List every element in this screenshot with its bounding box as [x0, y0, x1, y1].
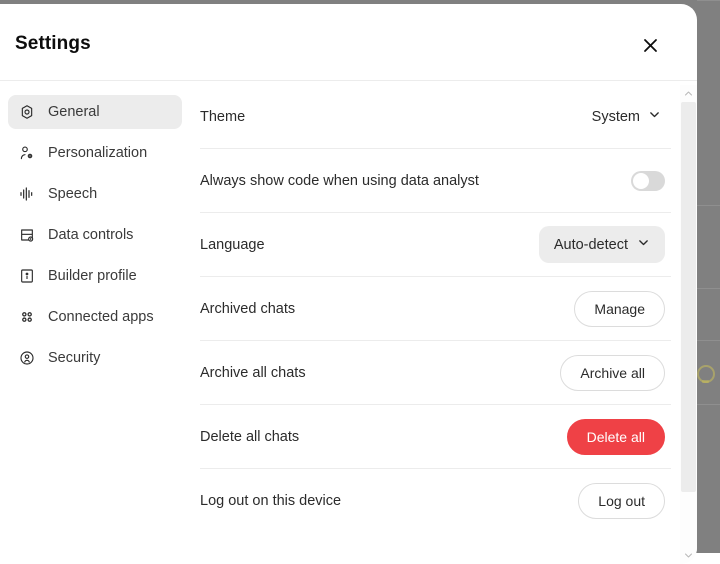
sidebar-item-speech[interactable]: Speech: [8, 177, 182, 211]
scroll-down-arrow[interactable]: [680, 547, 697, 564]
setting-row: Theme System: [200, 85, 671, 149]
theme-select[interactable]: System: [588, 102, 665, 131]
database-icon: [18, 227, 35, 244]
settings-dialog: Settings General: [0, 4, 697, 564]
setting-row: Archived chats Manage: [200, 277, 671, 341]
close-icon: [643, 38, 658, 56]
toggle-knob: [633, 173, 649, 189]
backdrop-divider: [697, 0, 720, 1]
gear-icon: [18, 104, 35, 121]
dialog-header: Settings: [0, 4, 697, 81]
chevron-down-icon: [648, 108, 661, 125]
id-card-icon: [18, 268, 35, 285]
setting-label-theme: Theme: [200, 109, 245, 125]
content-scrollbar[interactable]: [680, 85, 697, 564]
language-select[interactable]: Auto-detect: [539, 226, 665, 263]
theme-select-value: System: [592, 109, 640, 125]
scroll-up-arrow[interactable]: [680, 85, 697, 102]
shield-badge-icon: [18, 350, 35, 367]
sidebar-item-personalization[interactable]: Personalization: [8, 136, 182, 170]
close-button[interactable]: [634, 31, 666, 63]
sidebar-item-label: Personalization: [48, 145, 147, 161]
manage-button[interactable]: Manage: [574, 291, 665, 327]
scrollbar-thumb[interactable]: [681, 102, 696, 492]
setting-label-delete-all: Delete all chats: [200, 429, 299, 445]
always-show-code-toggle[interactable]: [631, 171, 665, 191]
backdrop-divider: [697, 205, 720, 206]
sidebar-item-label: Data controls: [48, 227, 133, 243]
settings-content: Theme System Always show code when using…: [192, 81, 697, 564]
sidebar: General Personalization: [0, 81, 192, 564]
setting-row: Log out on this device Log out: [200, 469, 671, 533]
setting-row: Archive all chats Archive all: [200, 341, 671, 405]
sidebar-item-connected-apps[interactable]: Connected apps: [8, 300, 182, 334]
chevron-up-icon: [684, 85, 693, 103]
sidebar-item-label: Speech: [48, 186, 97, 202]
sidebar-item-builder-profile[interactable]: Builder profile: [8, 259, 182, 293]
log-out-button[interactable]: Log out: [578, 483, 665, 519]
setting-label-language: Language: [200, 237, 265, 253]
sidebar-item-label: General: [48, 104, 100, 120]
sidebar-item-data-controls[interactable]: Data controls: [8, 218, 182, 252]
delete-all-button[interactable]: Delete all: [567, 419, 665, 455]
sidebar-item-general[interactable]: General: [8, 95, 182, 129]
backdrop-divider: [697, 340, 720, 341]
setting-row: Delete all chats Delete all: [200, 405, 671, 469]
chevron-down-icon: [684, 547, 693, 564]
setting-label-archive-all: Archive all chats: [200, 365, 306, 381]
page-title: Settings: [15, 33, 91, 55]
backdrop-divider: [697, 404, 720, 405]
backdrop-divider: [697, 288, 720, 289]
sidebar-item-label: Connected apps: [48, 309, 154, 325]
setting-label-show-code: Always show code when using data analyst: [200, 173, 479, 189]
sidebar-item-label: Builder profile: [48, 268, 137, 284]
setting-row: Language Auto-detect: [200, 213, 671, 277]
person-icon: [18, 145, 35, 162]
language-select-value: Auto-detect: [554, 237, 628, 253]
waveform-icon: [18, 186, 35, 203]
lightbulb-icon: [697, 365, 715, 383]
setting-row: Always show code when using data analyst: [200, 149, 671, 213]
grid-dots-icon: [18, 309, 35, 326]
setting-label-archived-chats: Archived chats: [200, 301, 295, 317]
dialog-body: General Personalization: [0, 81, 697, 564]
setting-label-log-out: Log out on this device: [200, 493, 341, 509]
chevron-down-icon: [637, 236, 650, 253]
sidebar-item-security[interactable]: Security: [8, 341, 182, 375]
sidebar-item-label: Security: [48, 350, 100, 366]
archive-all-button[interactable]: Archive all: [560, 355, 665, 391]
